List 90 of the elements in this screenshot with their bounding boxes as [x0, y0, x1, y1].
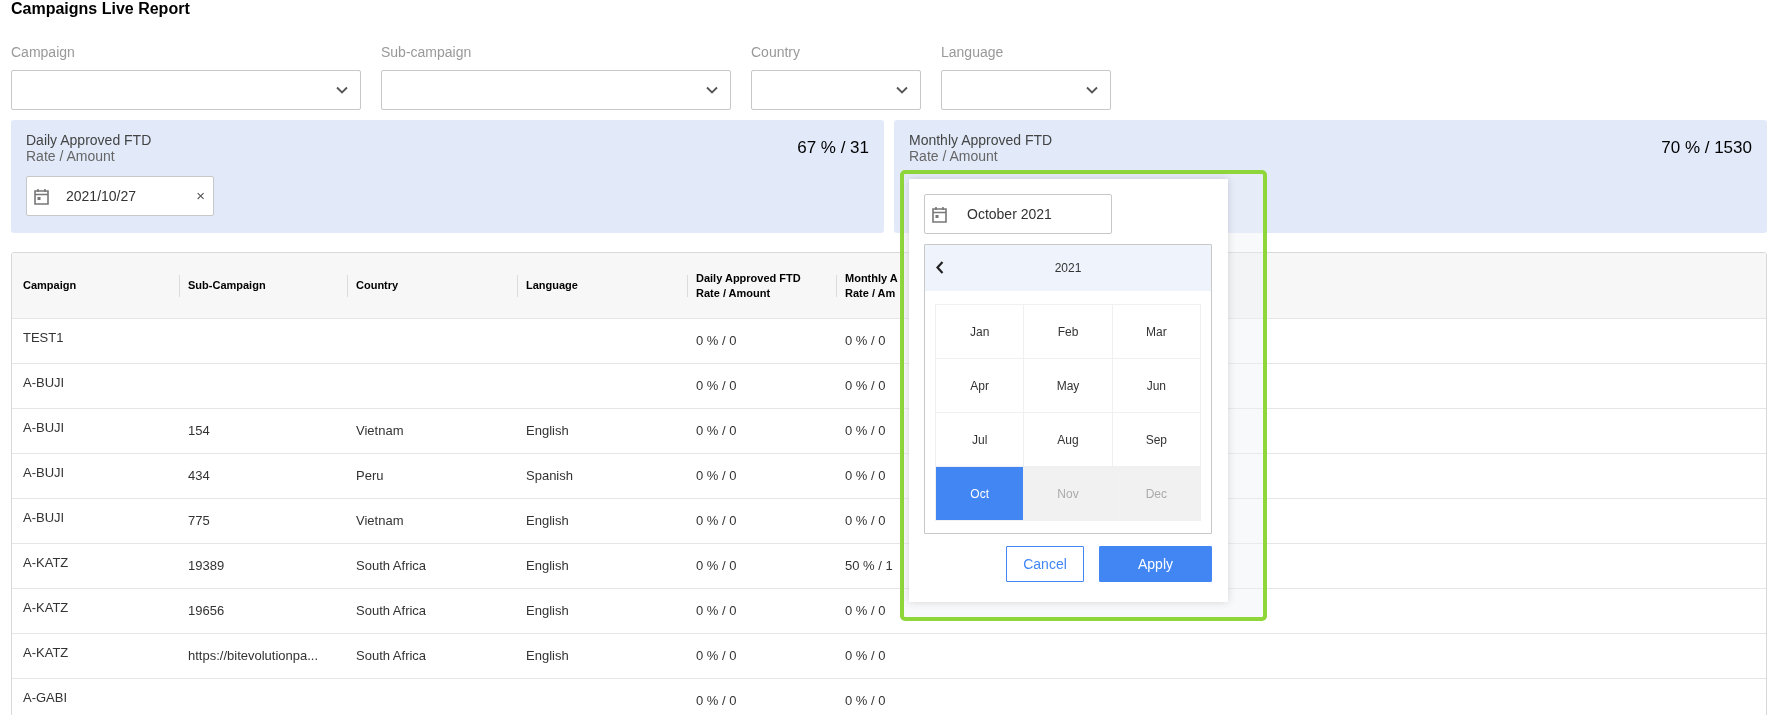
table-cell-text: 0 % / 0: [696, 422, 737, 441]
table-cell-text: English: [526, 422, 569, 441]
dropdown[interactable]: [751, 70, 921, 110]
table-cell-text: 0 % / 0: [696, 602, 737, 621]
table-cell-text: 434: [188, 467, 210, 486]
cancel-button[interactable]: Cancel: [1006, 546, 1084, 582]
column-header[interactable]: Country: [356, 278, 399, 293]
table-cell-text: 0 % / 0: [845, 647, 886, 666]
table-cell-text: A-BUJI: [23, 374, 65, 393]
card-subtitle: Rate / Amount: [909, 148, 999, 164]
month-cell[interactable]: Oct: [936, 467, 1024, 520]
clear-icon[interactable]: ×: [196, 184, 205, 208]
dropdown[interactable]: [941, 70, 1111, 110]
table-cell-text: 154: [188, 422, 210, 441]
column-header[interactable]: Sub-Campaign: [188, 278, 266, 293]
table-cell-text: South Africa: [356, 602, 427, 621]
field-label: Campaign: [11, 43, 76, 62]
table-cell-text: A-BUJI: [23, 509, 65, 528]
column-header[interactable]: Monthly A Rate / Am: [845, 270, 898, 301]
month-cell[interactable]: Mar: [1112, 305, 1200, 358]
card-title: Monthly Approved FTD: [909, 133, 1053, 148]
card-title: Daily Approved FTD: [26, 133, 152, 148]
month-cell[interactable]: Jan: [936, 305, 1024, 358]
table-cell-text: A-BUJI: [23, 419, 65, 438]
table-cell-text: English: [526, 512, 569, 531]
chevron-down-icon: [896, 86, 908, 94]
table-cell-text: South Africa: [356, 647, 427, 666]
column-header[interactable]: Language: [526, 278, 578, 293]
table-cell-text: 19656: [188, 602, 225, 621]
table-cell-text: Vietnam: [356, 422, 404, 441]
table-cell-text: Peru: [356, 467, 384, 486]
table-cell-text: A-BUJI: [23, 464, 65, 483]
calendar-icon: [932, 205, 947, 223]
chevron-down-icon: [336, 86, 348, 94]
table-cell-text: A-KATZ: [23, 554, 69, 573]
previous-year-button[interactable]: [936, 261, 946, 275]
card-subtitle: Rate / Amount: [26, 148, 116, 164]
table-cell-text: 775: [188, 512, 210, 531]
chevron-down-icon: [706, 86, 718, 94]
month-cell[interactable]: Sep: [1112, 413, 1200, 466]
field-label: Country: [751, 43, 802, 62]
table-cell-text: 0 % / 0: [845, 467, 886, 486]
table-cell-text: 0 % / 0: [696, 557, 737, 576]
month-cell[interactable]: Jun: [1112, 359, 1200, 412]
column-header[interactable]: Daily Approved FTD Rate / Amount: [696, 270, 801, 301]
table-cell-text: A-KATZ: [23, 644, 69, 663]
table-cell-text: 0 % / 0: [696, 512, 737, 531]
table-cell-text: English: [526, 602, 569, 621]
table-cell-text: 19389: [188, 557, 225, 576]
table-cell-text: 0 % / 0: [696, 467, 737, 486]
month-cell[interactable]: Feb: [1024, 305, 1112, 358]
chevron-left-icon: [936, 261, 944, 274]
table-cell-text: https://bitevolutionpa...: [188, 647, 319, 666]
table-cell-text: 0 % / 0: [845, 602, 886, 621]
table-cell-text: TEST1: [23, 329, 64, 348]
dropdown[interactable]: [11, 70, 361, 110]
table-cell-text: 0 % / 0: [845, 512, 886, 531]
table-cell-text: 50 % / 1: [845, 557, 893, 576]
chevron-down-icon: [1086, 86, 1098, 94]
month-cell[interactable]: May: [1024, 359, 1112, 412]
table-cell-text: South Africa: [356, 557, 427, 576]
field-label: Language: [941, 43, 1005, 62]
table-cell-text: 0 % / 0: [845, 332, 886, 351]
table-cell-text: 0 % / 0: [696, 692, 737, 711]
card-value: 70 % / 1530: [1661, 137, 1752, 159]
table-cell-text: English: [526, 557, 569, 576]
apply-button[interactable]: Apply: [1099, 546, 1212, 582]
table-cell-text: A-GABI: [23, 689, 68, 708]
year-label: 2021: [1054, 260, 1082, 277]
dropdown[interactable]: [381, 70, 731, 110]
date-field[interactable]: 2021/10/27 ×: [26, 176, 214, 216]
table-cell-text: Spanish: [526, 467, 573, 486]
calendar-icon: [34, 187, 49, 205]
card-value: 67 % / 31: [797, 137, 869, 159]
month-cell[interactable]: Jul: [936, 413, 1024, 466]
month-cell[interactable]: Apr: [936, 359, 1024, 412]
table-cell-text: 0 % / 0: [696, 377, 737, 396]
month-field[interactable]: October 2021: [924, 194, 1112, 234]
page-title: Campaigns Live Report: [11, 0, 190, 19]
field-label: Sub-campaign: [381, 43, 473, 62]
table-cell-text: English: [526, 647, 569, 666]
month-cell[interactable]: Aug: [1024, 413, 1112, 466]
table-cell-text: 0 % / 0: [845, 692, 886, 711]
table-cell-text: 0 % / 0: [696, 647, 737, 666]
table-cell-text: A-KATZ: [23, 599, 69, 618]
table-cell-text: 0 % / 0: [696, 332, 737, 351]
table-cell-text: 0 % / 0: [845, 422, 886, 441]
table-cell-text: Vietnam: [356, 512, 404, 531]
column-header[interactable]: Campaign: [23, 278, 77, 293]
table-cell-text: 0 % / 0: [845, 377, 886, 396]
